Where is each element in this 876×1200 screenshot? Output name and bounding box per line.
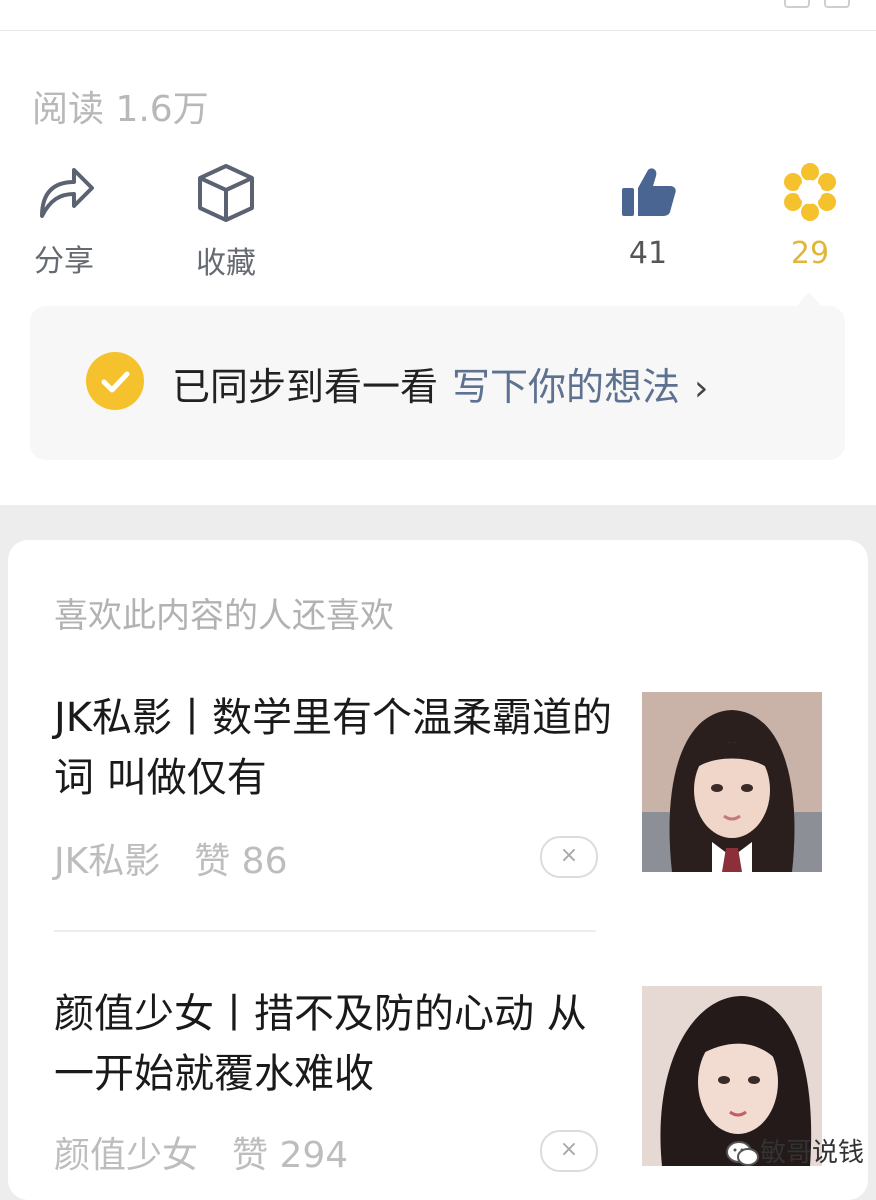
wow-button[interactable]: 29 bbox=[780, 162, 840, 271]
box-icon bbox=[198, 164, 254, 222]
chevron-right-icon: › bbox=[694, 368, 709, 409]
article-likes: 赞 294 bbox=[232, 1135, 349, 1176]
wechat-icon bbox=[726, 1140, 759, 1166]
watermark: 敏哥说钱 bbox=[726, 1132, 864, 1169]
synced-text: 已同步到看一看 bbox=[172, 365, 439, 409]
read-count: 阅读 1.6万 bbox=[32, 89, 209, 130]
sync-status: 已同步到看一看 写下你的想法 › bbox=[172, 356, 708, 411]
thumbs-up-icon bbox=[622, 168, 676, 216]
favorite-button[interactable]: 收藏 bbox=[194, 162, 258, 282]
article-meta: 颜值少女赞 294 bbox=[54, 1126, 348, 1178]
article-likes: 赞 86 bbox=[194, 841, 288, 882]
share-button[interactable]: 分享 bbox=[32, 162, 96, 280]
dismiss-button[interactable]: × bbox=[540, 836, 598, 878]
article-thumbnail[interactable] bbox=[642, 692, 822, 872]
share-icon bbox=[40, 168, 94, 218]
top-edge-icon bbox=[784, 0, 810, 8]
divider bbox=[54, 930, 596, 932]
wow-flower-icon bbox=[784, 163, 836, 221]
article-title[interactable]: JK私影丨数学里有个温柔霸道的词 叫做仅有 bbox=[54, 688, 614, 808]
top-edge-icon bbox=[824, 0, 850, 8]
divider bbox=[0, 30, 876, 31]
like-button[interactable]: 41 bbox=[618, 162, 678, 271]
share-label: 分享 bbox=[34, 244, 94, 279]
dismiss-button[interactable]: × bbox=[540, 1130, 598, 1172]
like-count: 41 bbox=[628, 236, 668, 271]
wow-count: 29 bbox=[790, 236, 830, 271]
check-icon bbox=[86, 352, 144, 410]
article-author: JK私影 bbox=[54, 841, 161, 882]
favorite-label: 收藏 bbox=[196, 246, 256, 281]
write-thoughts-link[interactable]: 写下你的想法 bbox=[452, 365, 680, 409]
article-author: 颜值少女 bbox=[54, 1135, 199, 1176]
recommendations-heading: 喜欢此内容的人还喜欢 bbox=[54, 596, 394, 636]
article-meta: JK私影赞 86 bbox=[54, 832, 288, 884]
article-title[interactable]: 颜值少女丨措不及防的心动 从一开始就覆水难收 bbox=[54, 984, 614, 1104]
watermark-text: 敏哥说钱 bbox=[760, 1138, 865, 1168]
